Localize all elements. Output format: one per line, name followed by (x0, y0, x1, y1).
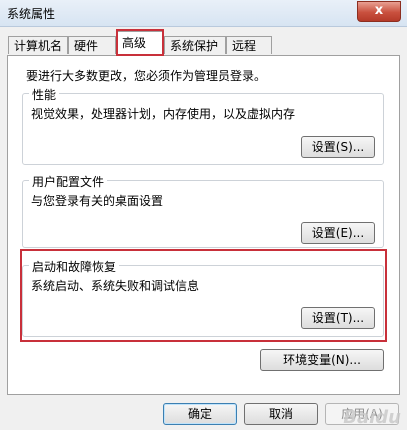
startup-recovery-settings-button[interactable]: 设置(T)... (301, 307, 375, 329)
environment-variables-button[interactable]: 环境变量(N)... (260, 349, 384, 371)
tab-strip: 计算机名 硬件 高级 系统保护 远程 (0, 30, 407, 56)
tab-computer-name[interactable]: 计算机名 (8, 36, 68, 54)
tab-advanced[interactable]: 高级 (116, 31, 164, 56)
user-profiles-settings-button[interactable]: 设置(E)... (301, 222, 375, 244)
performance-description: 视觉效果，处理器计划，内存使用，以及虚拟内存 (31, 107, 296, 121)
baidu-watermark: Baidu (343, 407, 401, 428)
close-button[interactable]: x (357, 1, 401, 22)
performance-title: 性能 (29, 86, 60, 103)
tab-system-protection[interactable]: 系统保护 (164, 36, 226, 54)
tab-hardware[interactable]: 硬件 (68, 36, 116, 54)
user-profiles-title: 用户配置文件 (29, 173, 108, 190)
admin-notice: 要进行大多数更改，您必须作为管理员登录。 (26, 69, 267, 83)
title-bar: 系统属性 x (0, 0, 407, 27)
startup-recovery-description: 系统启动、系统失败和调试信息 (31, 279, 200, 293)
startup-recovery-title: 启动和故障恢复 (29, 258, 120, 275)
cancel-button[interactable]: 取消 (244, 403, 318, 425)
window-title: 系统属性 (7, 7, 56, 21)
user-profiles-description: 与您登录有关的桌面设置 (31, 194, 164, 208)
close-icon: x (374, 3, 384, 18)
ok-button[interactable]: 确定 (163, 403, 237, 425)
tab-remote[interactable]: 远程 (226, 36, 272, 54)
performance-settings-button[interactable]: 设置(S)... (301, 136, 375, 158)
